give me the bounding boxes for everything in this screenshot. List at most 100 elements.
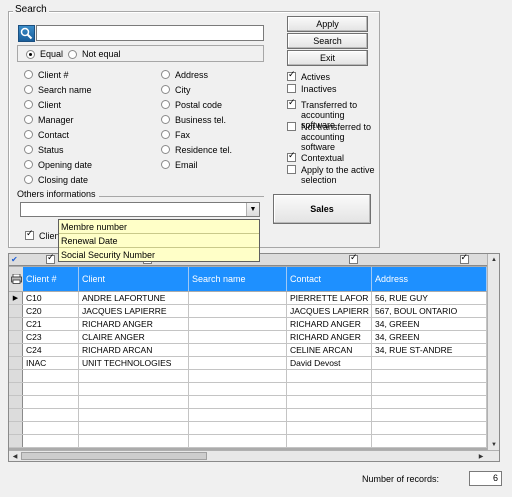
table-cell[interactable]: CELINE ARCAN [287, 344, 372, 356]
table-cell[interactable]: CLAIRE ANGER [79, 331, 189, 343]
table-cell[interactable] [372, 422, 487, 434]
table-cell[interactable] [287, 396, 372, 408]
apply-button[interactable]: Apply [287, 16, 368, 32]
dropdown-item-ssn[interactable]: Social Security Number [59, 248, 259, 262]
table-cell[interactable] [372, 396, 487, 408]
table-cell[interactable]: JACQUES LAPIERR [287, 305, 372, 317]
checkbox[interactable] [287, 122, 296, 131]
table-row[interactable]: C20 JACQUES LAPIERRE JACQUES LAPIERR 567, B… [9, 305, 487, 318]
radio-button[interactable] [161, 160, 170, 169]
radio-button[interactable] [24, 70, 33, 79]
field-radio-closing-date[interactable]: Closing date [24, 172, 92, 187]
table-cell[interactable] [287, 422, 372, 434]
table-cell[interactable]: INAC [23, 357, 79, 369]
field-radio-city[interactable]: City [161, 82, 232, 97]
table-row[interactable]: ▶ C10 ANDRE LAFORTUNE PIERRETTE LAFOR 56, RU… [9, 292, 487, 305]
search-button[interactable]: Search [287, 33, 368, 49]
equal-radio[interactable]: Equal [26, 49, 63, 59]
table-cell[interactable] [189, 331, 287, 343]
not-equal-radio[interactable]: Not equal [68, 49, 121, 59]
table-cell[interactable]: UNIT TECHNOLOGIES [79, 357, 189, 369]
table-cell[interactable]: C23 [23, 331, 79, 343]
radio-button[interactable] [161, 115, 170, 124]
chevron-down-icon[interactable]: ▼ [246, 203, 259, 216]
table-row[interactable] [9, 370, 487, 383]
checkbox[interactable] [25, 229, 34, 240]
table-cell[interactable] [23, 409, 79, 421]
table-row[interactable] [9, 409, 487, 422]
table-cell[interactable] [79, 370, 189, 382]
vertical-scrollbar[interactable]: ▲ ▼ [487, 254, 499, 450]
field-radio-residence-tel[interactable]: Residence tel. [161, 142, 232, 157]
row-indicator[interactable] [9, 357, 23, 369]
table-cell[interactable]: C10 [23, 292, 79, 304]
table-cell[interactable] [79, 422, 189, 434]
column-header-address[interactable]: Address [372, 267, 487, 291]
radio-button[interactable] [24, 85, 33, 94]
radio-button[interactable] [161, 130, 170, 139]
field-radio-address[interactable]: Address [161, 67, 232, 82]
table-cell[interactable]: JACQUES LAPIERRE [79, 305, 189, 317]
radio-button[interactable] [24, 145, 33, 154]
table-cell[interactable] [79, 383, 189, 395]
exit-button[interactable]: Exit [287, 50, 368, 66]
row-indicator[interactable] [9, 305, 23, 317]
transferred-checkbox[interactable]: Transferred to accounting software [287, 98, 377, 130]
table-cell[interactable]: RICHARD ANGER [287, 331, 372, 343]
contextual-checkbox[interactable]: Contextual [287, 151, 377, 165]
table-cell[interactable]: 34, GREEN [372, 331, 487, 343]
row-indicator[interactable] [9, 422, 23, 434]
actives-checkbox[interactable]: Actives [287, 70, 377, 84]
row-indicator[interactable] [9, 331, 23, 343]
scroll-down-icon[interactable]: ▼ [488, 439, 499, 450]
row-indicator[interactable] [9, 396, 23, 408]
column-checkbox-address[interactable] [459, 254, 469, 264]
field-radio-client[interactable]: Client [24, 97, 92, 112]
radio-button[interactable] [161, 145, 170, 154]
current-row-icon[interactable]: ▶ [9, 292, 23, 304]
table-cell[interactable] [287, 409, 372, 421]
column-checkbox-client-number[interactable] [46, 254, 55, 264]
radio-button[interactable] [24, 100, 33, 109]
checkbox[interactable] [287, 98, 296, 109]
print-icon[interactable] [9, 267, 23, 291]
table-cell[interactable] [189, 396, 287, 408]
field-radio-manager[interactable]: Manager [24, 112, 92, 127]
table-cell[interactable] [287, 383, 372, 395]
table-cell[interactable]: RICHARD ANGER [79, 318, 189, 330]
table-cell[interactable]: RICHARD ARCAN [79, 344, 189, 356]
field-radio-contact[interactable]: Contact [24, 127, 92, 142]
row-indicator[interactable] [9, 409, 23, 421]
table-row[interactable] [9, 383, 487, 396]
radio-button[interactable] [24, 160, 33, 169]
client-checkbox[interactable]: Client [25, 229, 62, 241]
field-radio-business-tel[interactable]: Business tel. [161, 112, 232, 127]
table-cell[interactable]: 34, GREEN [372, 318, 487, 330]
field-radio-postal-code[interactable]: Postal code [161, 97, 232, 112]
radio-button[interactable] [24, 130, 33, 139]
table-cell[interactable]: David Devost [287, 357, 372, 369]
table-cell[interactable] [372, 383, 487, 395]
table-cell[interactable] [372, 409, 487, 421]
table-cell[interactable]: RICHARD ANGER [287, 318, 372, 330]
table-cell[interactable]: ANDRE LAFORTUNE [79, 292, 189, 304]
table-cell[interactable] [287, 370, 372, 382]
column-header-contact[interactable]: Contact [287, 267, 372, 291]
field-radio-email[interactable]: Email [161, 157, 232, 172]
dropdown-item-membre-number[interactable]: Membre number [59, 220, 259, 234]
table-cell[interactable] [189, 357, 287, 369]
row-indicator[interactable] [9, 344, 23, 356]
table-cell[interactable] [372, 370, 487, 382]
column-checkbox-contact[interactable] [349, 254, 359, 264]
table-cell[interactable]: C21 [23, 318, 79, 330]
radio-button[interactable] [161, 85, 170, 94]
row-indicator[interactable] [9, 318, 23, 330]
table-row[interactable]: C21 RICHARD ANGER RICHARD ANGER 34, GREEN [9, 318, 487, 331]
radio-button[interactable] [24, 175, 33, 184]
table-cell[interactable] [23, 396, 79, 408]
column-header-client[interactable]: Client [79, 267, 189, 291]
radio-button[interactable] [161, 100, 170, 109]
table-cell[interactable]: 567, BOUL ONTARIO [372, 305, 487, 317]
table-cell[interactable]: 56, RUE GUY [372, 292, 487, 304]
field-radio-search-name[interactable]: Search name [24, 82, 92, 97]
